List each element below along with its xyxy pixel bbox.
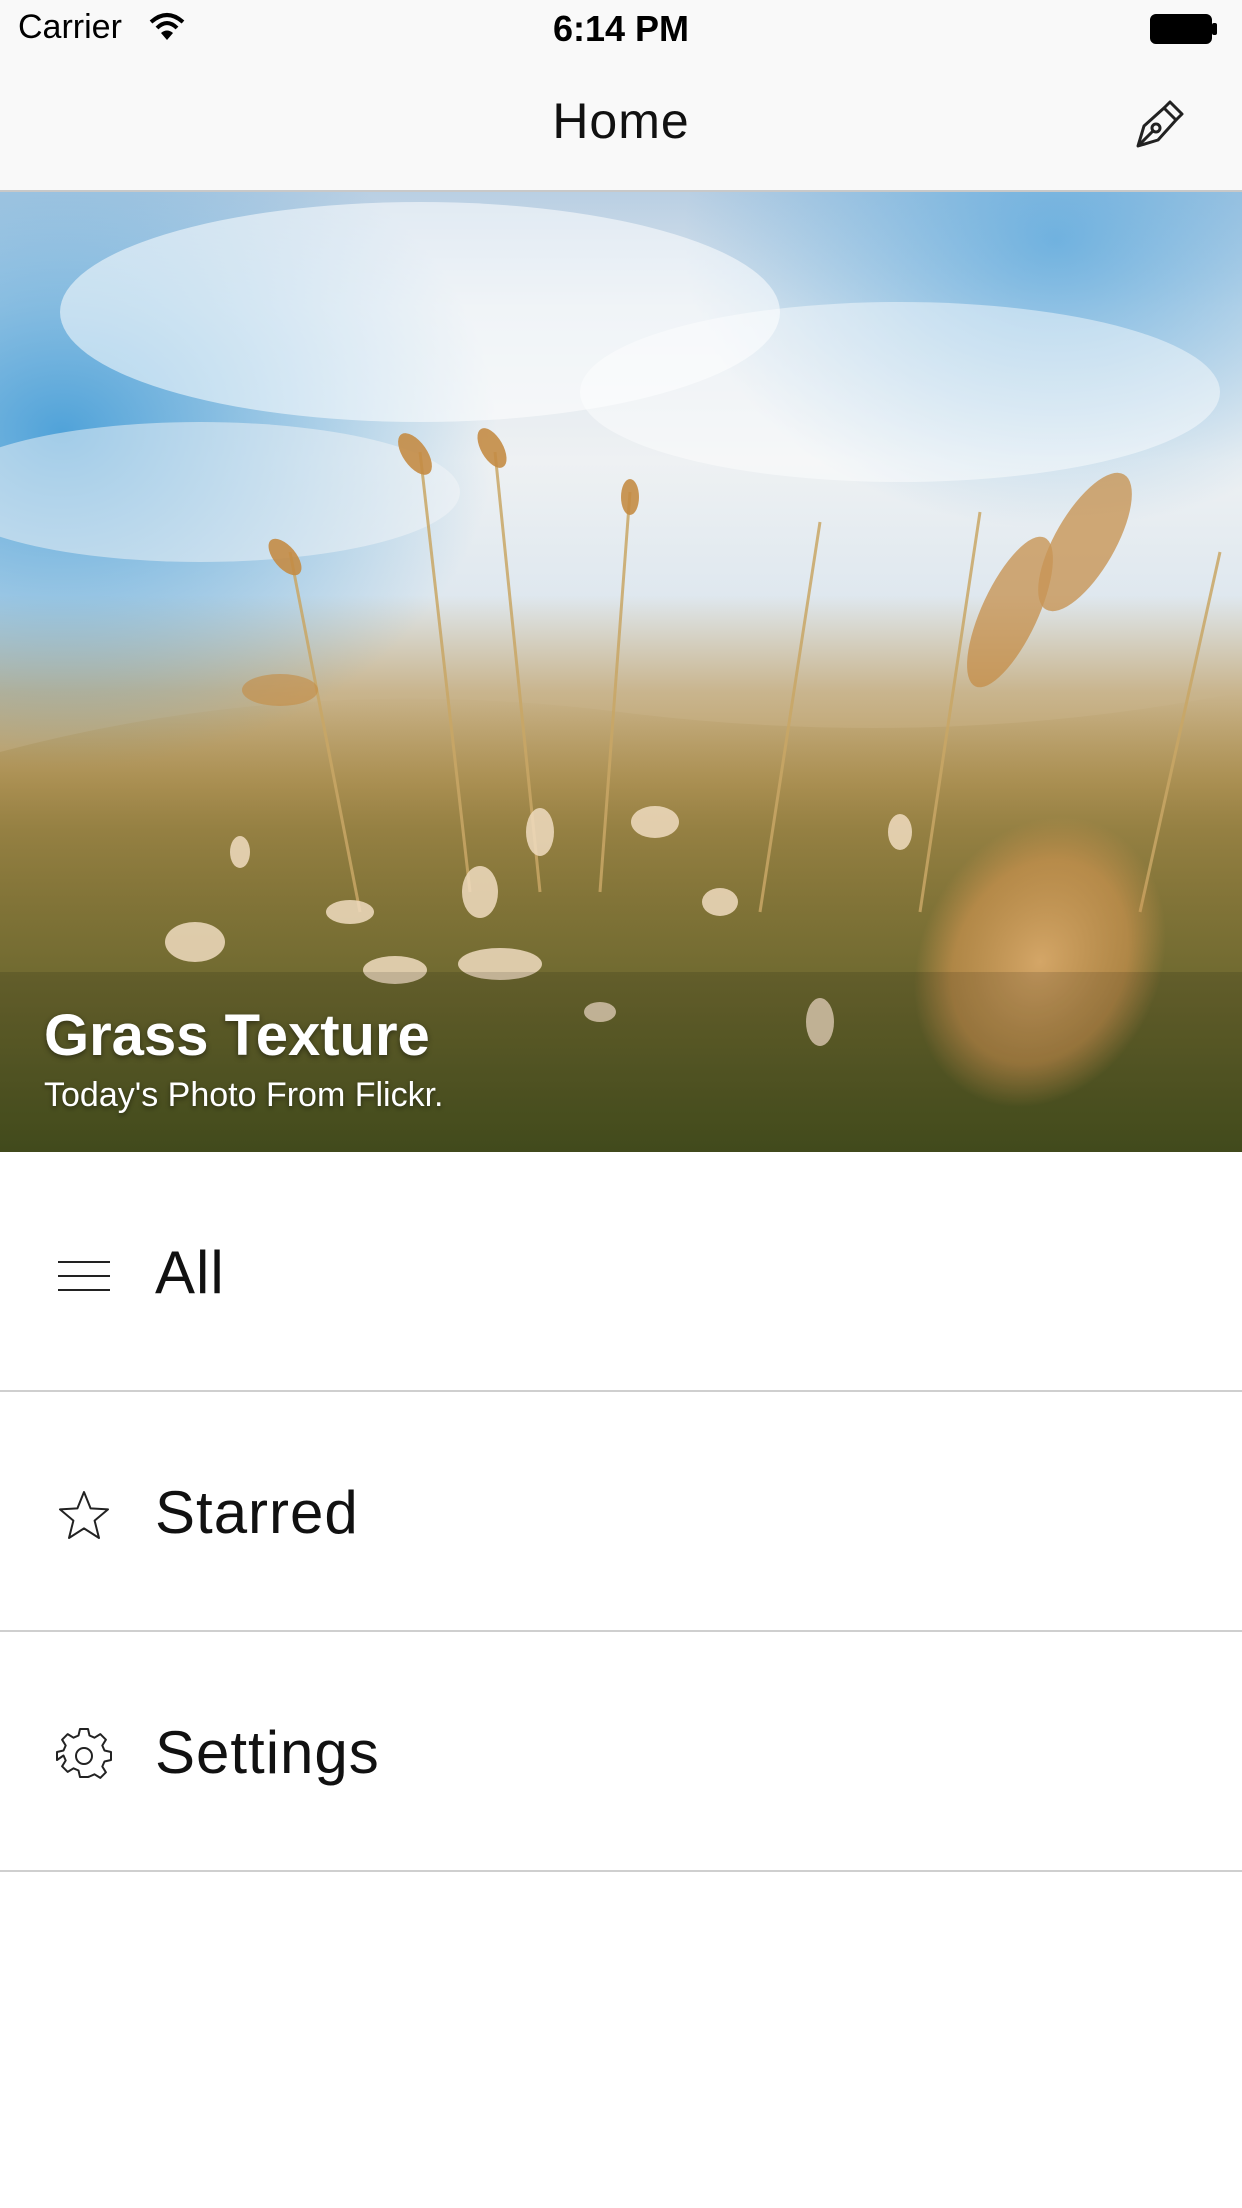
- menu-item-starred[interactable]: Starred: [0, 1392, 1242, 1632]
- status-time: 6:14 PM: [552, 8, 690, 49]
- hamburger-icon: [58, 1261, 110, 1291]
- featured-photo[interactable]: Grass Texture Today's Photo From Flickr.: [0, 192, 1242, 1152]
- navigation-bar: Home: [0, 60, 1242, 192]
- menu-item-label: Settings: [155, 1719, 380, 1786]
- menu-item-label: All: [155, 1239, 225, 1306]
- compose-pen-icon[interactable]: [1130, 96, 1186, 152]
- battery-icon: [1150, 14, 1217, 44]
- menu-item-all[interactable]: All: [0, 1152, 1242, 1392]
- page-title: Home: [552, 93, 690, 149]
- photo-title: Grass Texture: [44, 1003, 430, 1068]
- photo-subtitle: Today's Photo From Flickr.: [44, 1076, 444, 1114]
- menu-item-label: Starred: [155, 1479, 359, 1546]
- main-menu: All Starred Settings: [0, 1152, 1242, 1872]
- gear-icon: [56, 1728, 112, 1779]
- star-icon: [59, 1491, 109, 1539]
- status-bar: Carrier 6:14 PM: [0, 0, 1242, 60]
- menu-item-settings[interactable]: Settings: [0, 1632, 1242, 1872]
